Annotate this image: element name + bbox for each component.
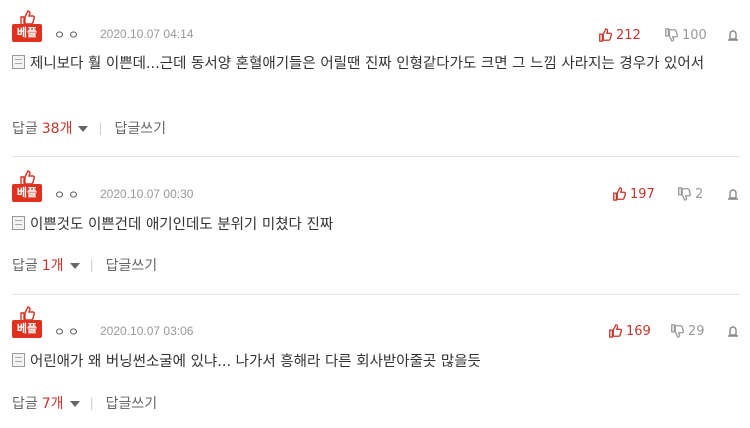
best-label: 베플 (12, 320, 42, 338)
thumbs-up-icon (609, 324, 622, 338)
reply-bar: 답글 1개 | 답글쓰기 (12, 255, 157, 275)
caret-down-icon (69, 263, 80, 269)
separator: | (89, 258, 94, 272)
comment-body: 이쁜것도 이쁜건데 애기인데도 분위기 미쳤다 진짜 (30, 217, 334, 233)
downvote-count: 29 (688, 323, 705, 339)
reply-bar: 답글 7개 | 답글쓰기 (12, 393, 157, 413)
separator: | (89, 396, 94, 410)
best-label: 베플 (12, 184, 42, 202)
divider (12, 294, 740, 295)
comment-date: 2020.10.07 03:06 (100, 324, 194, 338)
reply-toggle[interactable]: 답글 38개 (12, 118, 89, 138)
upvote-count: 212 (616, 27, 641, 43)
comment-body: 어린애가 왜 버닝썬소굴에 있냐... 나가서 흥해라 다른 회사받아줄곳 많을… (30, 354, 481, 370)
thumbs-up-icon (613, 187, 626, 201)
report-icon[interactable] (726, 28, 740, 42)
upvote-count: 197 (630, 186, 655, 202)
reply-bar: 답글 38개 | 답글쓰기 (12, 118, 166, 138)
caret-down-icon (78, 126, 89, 132)
write-reply-button[interactable]: 답글쓰기 (115, 118, 167, 138)
comment-date: 2020.10.07 00:30 (100, 187, 194, 201)
upvote-button[interactable]: 197 (612, 186, 655, 202)
separator: | (98, 121, 103, 135)
thumbs-down-icon (671, 324, 684, 338)
downvote-button[interactable]: 2 (677, 186, 703, 202)
upvote-count: 169 (626, 323, 651, 339)
reply-toggle[interactable]: 답글 7개 (12, 393, 80, 413)
thumbs-down-icon (665, 28, 678, 42)
caret-down-icon (69, 401, 80, 407)
best-comment-badge: 베플 (12, 306, 42, 340)
reply-count: 38개 (41, 121, 73, 137)
downvote-count: 100 (682, 27, 707, 43)
downvote-button[interactable]: 100 (664, 27, 707, 43)
write-reply-button[interactable]: 답글쓰기 (106, 255, 158, 275)
reply-toggle[interactable]: 답글 1개 (12, 255, 80, 275)
document-icon (12, 353, 25, 367)
reply-label: 답글 (12, 121, 38, 137)
best-label: 베플 (12, 24, 42, 42)
write-reply-button[interactable]: 답글쓰기 (106, 393, 158, 413)
comment-date: 2020.10.07 04:14 (100, 27, 194, 41)
thumbs-up-icon (599, 28, 612, 42)
nickname[interactable]: ㅇㅇ (54, 323, 82, 340)
report-icon[interactable] (726, 324, 740, 338)
nickname[interactable]: ㅇㅇ (54, 186, 82, 203)
comment-text: 어린애가 왜 버닝썬소굴에 있냐... 나가서 흥해라 다른 회사받아줄곳 많을… (12, 350, 737, 375)
nickname[interactable]: ㅇㅇ (54, 26, 82, 43)
downvote-button[interactable]: 29 (670, 323, 705, 339)
comment-text: 제니보다 훨 이쁜데...근데 동서양 혼혈애기들은 어릴땐 진짜 인형같다가도… (12, 52, 737, 77)
upvote-button[interactable]: 212 (598, 27, 641, 43)
reply-count: 1개 (41, 258, 64, 274)
best-comment-badge: 베플 (12, 10, 42, 44)
reply-count: 7개 (41, 396, 64, 412)
downvote-count: 2 (695, 186, 704, 202)
comment-text: 이쁜것도 이쁜건데 애기인데도 분위기 미쳤다 진짜 (12, 213, 737, 238)
best-comment-badge: 베플 (12, 170, 42, 204)
divider (12, 156, 740, 157)
upvote-button[interactable]: 169 (608, 323, 651, 339)
report-icon[interactable] (726, 187, 740, 201)
document-icon (12, 55, 25, 69)
document-icon (12, 216, 25, 230)
reply-label: 답글 (12, 396, 38, 412)
thumbs-down-icon (678, 187, 691, 201)
comment-body: 제니보다 훨 이쁜데...근데 동서양 혼혈애기들은 어릴땐 진짜 인형같다가도… (30, 56, 705, 72)
reply-label: 답글 (12, 258, 38, 274)
